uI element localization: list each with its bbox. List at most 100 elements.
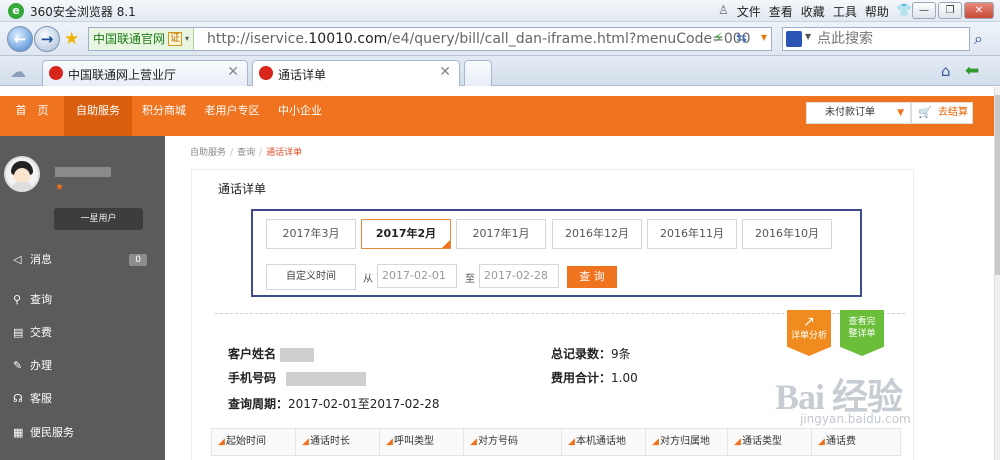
browser-navbar: ← → ★ 中国联通官网 证 ▾ http://iservice.10010.c… xyxy=(0,22,1000,56)
column-start-time[interactable]: ◢ 起始时间 xyxy=(212,429,296,455)
nav-old-users[interactable]: 老用户专区 xyxy=(196,96,268,136)
detail-analysis-button[interactable]: ↗ 详单分析 xyxy=(787,310,831,356)
breadcrumb-self-service[interactable]: 自助服务 xyxy=(190,148,226,158)
month-selector: 2017年3月 2017年2月 2017年1月 2016年12月 2016年11… xyxy=(251,209,862,297)
certificate-badge[interactable]: 证 xyxy=(168,32,183,46)
customer-name-label: 客户姓名 xyxy=(228,347,277,361)
cart-button[interactable]: 🛒 去结算 xyxy=(911,102,973,124)
query-button[interactable]: 查 询 xyxy=(567,266,617,288)
breadcrumb-current: 通话详单 xyxy=(266,148,303,158)
menu-file[interactable]: 文件 xyxy=(737,3,761,20)
shirt-icon[interactable]: 👕 xyxy=(897,3,912,20)
nav-self-service[interactable]: 自助服务 xyxy=(64,96,132,136)
search-engine-icon[interactable] xyxy=(786,31,802,47)
window-controls: — ❐ ✕ xyxy=(912,2,994,19)
column-local-location[interactable]: ◢ 本机通话地 xyxy=(562,429,646,455)
query-period-label: 查询周期： xyxy=(228,397,289,411)
cart-icon: 🛒 xyxy=(918,106,932,119)
total-fee-value: 1.00 xyxy=(611,371,638,385)
month-2017-02[interactable]: 2017年2月 xyxy=(361,219,451,249)
view-full-detail-button[interactable]: 查看完整详单 xyxy=(840,310,884,356)
home-icon[interactable]: ⌂ xyxy=(941,62,951,80)
custom-time-button[interactable]: 自定义时间 xyxy=(266,264,356,290)
to-label: 至 xyxy=(465,274,475,285)
menu-favorites[interactable]: 收藏 xyxy=(801,3,825,20)
search-icon: ⚲ xyxy=(13,293,22,306)
browser-titlebar: e 360安全浏览器 8.1 ♙ 文件 查看 收藏 工具 帮助 👕 — ❐ ✕ xyxy=(0,0,1000,22)
end-date-field[interactable]: 2017-02-28 xyxy=(479,264,559,288)
avatar[interactable] xyxy=(4,156,40,192)
username-redacted xyxy=(55,167,111,177)
breadcrumb: 自助服务 / 查询 / 通话详单 xyxy=(190,148,303,158)
user-level-badge[interactable]: 一星用户 xyxy=(54,208,143,230)
unicom-favicon-icon xyxy=(259,66,273,80)
unpaid-orders-dropdown[interactable]: 未付款订单 ▼ xyxy=(806,102,911,124)
user-icon[interactable]: ♙ xyxy=(718,3,729,20)
nav-sme[interactable]: 中小企业 xyxy=(268,96,332,136)
column-comm-type[interactable]: ◢ 通话类型 xyxy=(728,429,812,455)
sidebar-item-query[interactable]: ⚲ 查询 xyxy=(0,288,165,312)
engine-dropdown-icon[interactable]: ▼ xyxy=(805,32,811,41)
sort-icon: ◢ xyxy=(218,437,225,447)
search-box[interactable]: ▼ xyxy=(782,27,970,51)
search-icon[interactable]: ⌕ xyxy=(974,29,983,49)
column-fee[interactable]: ◢ 通话费 xyxy=(812,429,900,455)
url-text[interactable]: http://iservice.10010.com/e4/query/bill/… xyxy=(207,28,751,50)
menu-help[interactable]: 帮助 xyxy=(865,3,889,20)
favorite-star-icon[interactable]: ★ xyxy=(64,29,79,49)
month-2016-10[interactable]: 2016年10月 xyxy=(742,219,832,249)
month-2016-11[interactable]: 2016年11月 xyxy=(647,219,737,249)
close-icon[interactable]: ✕ xyxy=(227,64,239,80)
speaker-icon: ◁ xyxy=(13,253,22,266)
tab-call-detail[interactable]: 通话详单 ✕ xyxy=(252,60,460,86)
site-identity[interactable]: 中国联通官网 证 ▾ xyxy=(89,28,195,50)
minimize-button[interactable]: — xyxy=(912,2,936,19)
tab-unicom-hall[interactable]: 中国联通网上营业厅 ✕ xyxy=(42,60,248,86)
column-duration[interactable]: ◢ 通话时长 xyxy=(296,429,380,455)
compat-mode-icon[interactable]: ⇆ xyxy=(736,31,747,46)
nav-points-mall[interactable]: 积分商城 xyxy=(132,96,196,136)
message-count-badge: 0 xyxy=(129,254,147,266)
search-input[interactable] xyxy=(817,30,937,48)
page-scrollbar[interactable] xyxy=(994,87,1000,460)
maximize-button[interactable]: ❐ xyxy=(938,2,962,19)
user-sidebar: ★ 一星用户 ◁ 消息 0 ⚲ 查询 ▤ 交费 ✎ 办理 ☊ 客服 ▦ 便民服务 xyxy=(0,136,165,460)
column-other-location[interactable]: ◢ 对方归属地 xyxy=(646,429,728,455)
sort-icon: ◢ xyxy=(470,437,477,447)
sidebar-item-service[interactable]: ☊ 客服 xyxy=(0,387,165,411)
column-call-type[interactable]: ◢ 呼叫类型 xyxy=(380,429,464,455)
month-2017-03[interactable]: 2017年3月 xyxy=(266,219,356,249)
customer-name-row: 客户姓名 xyxy=(228,345,314,362)
nav-home[interactable]: 首 页 xyxy=(0,96,64,136)
forward-arrow-icon[interactable]: → xyxy=(34,26,60,52)
sidebar-item-convenience[interactable]: ▦ 便民服务 xyxy=(0,421,165,445)
phone-number-redacted xyxy=(285,371,366,386)
bill-icon: ▤ xyxy=(13,326,24,339)
month-2016-12[interactable]: 2016年12月 xyxy=(552,219,642,249)
sidebar-item-payment[interactable]: ▤ 交费 xyxy=(0,321,165,345)
month-2017-01[interactable]: 2017年1月 xyxy=(456,219,546,249)
total-records-row: 总记录数：9条 xyxy=(551,345,631,362)
site-topnav: 首 页 自助服务 积分商城 老用户专区 中小企业 未付款订单 ▼ 🛒 去结算 xyxy=(0,96,994,136)
scrollbar-thumb[interactable] xyxy=(995,95,1000,275)
url-dropdown-icon[interactable]: ▾ xyxy=(761,30,767,44)
building-icon: ▦ xyxy=(13,426,24,439)
back-arrow-icon[interactable]: ← xyxy=(7,26,33,52)
from-label: 从 xyxy=(363,274,373,285)
sidebar-item-handle[interactable]: ✎ 办理 xyxy=(0,354,165,378)
cloud-icon[interactable]: ☁ xyxy=(10,62,26,81)
site-dropdown-icon[interactable]: ▾ xyxy=(185,28,189,50)
address-bar[interactable]: 中国联通官网 证 ▾ http://iservice.10010.com/e4/… xyxy=(88,27,772,51)
undo-arrow-icon[interactable]: ⬅ xyxy=(965,61,979,81)
menu-view[interactable]: 查看 xyxy=(769,3,793,20)
sidebar-item-messages[interactable]: ◁ 消息 0 xyxy=(0,248,165,272)
start-date-field[interactable]: 2017-02-01 xyxy=(377,264,457,288)
close-icon[interactable]: ✕ xyxy=(439,64,451,80)
close-window-button[interactable]: ✕ xyxy=(964,2,994,19)
menu-tools[interactable]: 工具 xyxy=(833,3,857,20)
new-tab-button[interactable] xyxy=(464,60,492,86)
column-other-number[interactable]: ◢ 对方号码 xyxy=(464,429,562,455)
breadcrumb-query[interactable]: 查询 xyxy=(237,148,255,158)
browser-menu: ♙ 文件 查看 收藏 工具 帮助 👕 xyxy=(718,3,912,20)
speed-mode-icon[interactable]: ⚡ xyxy=(714,31,723,46)
